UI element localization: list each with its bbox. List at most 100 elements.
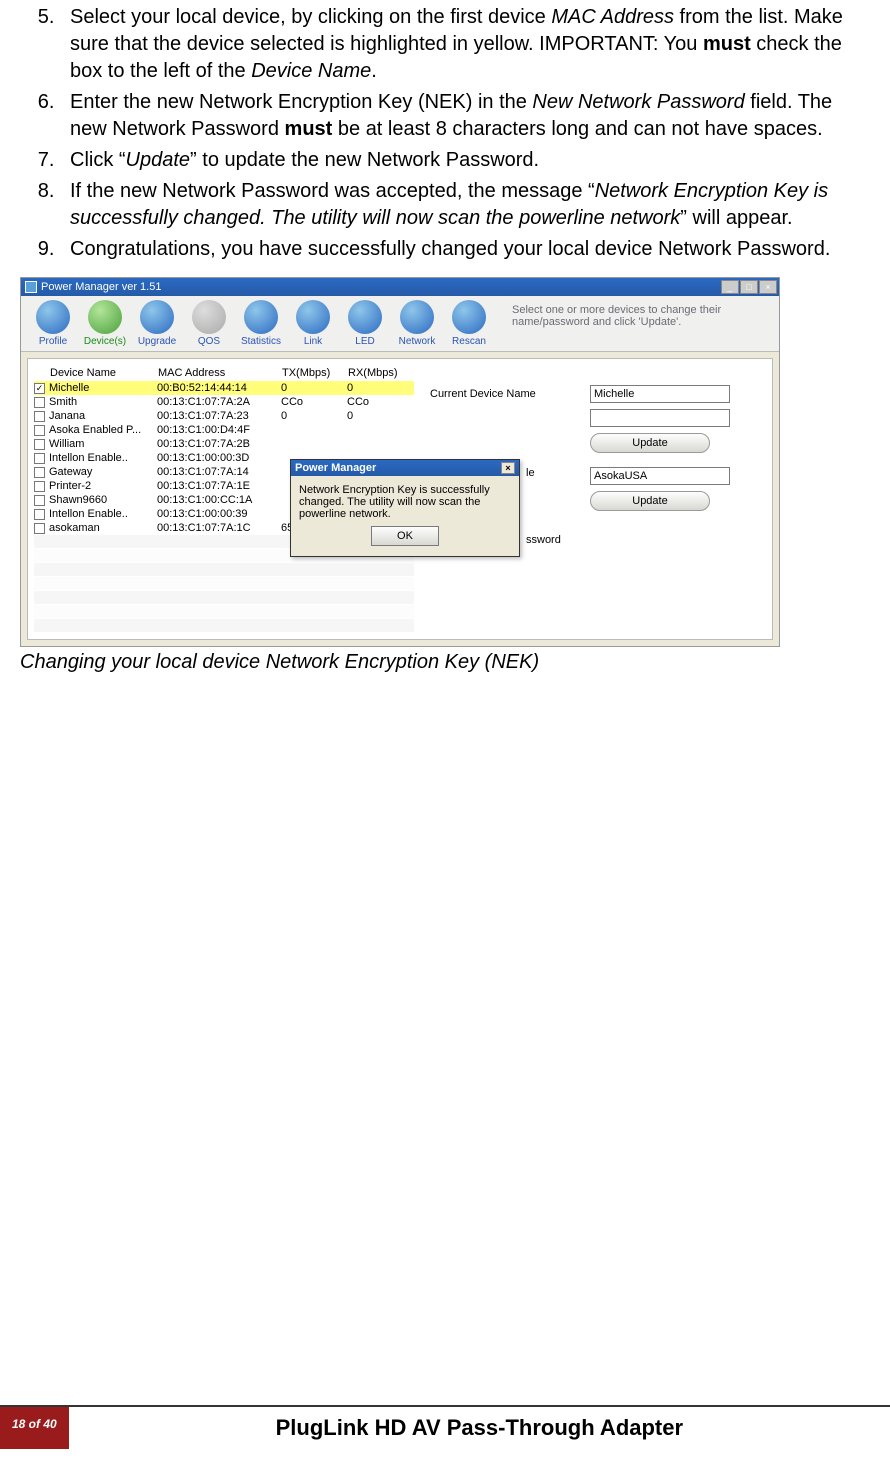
row-checkbox[interactable] [34, 509, 45, 520]
row-checkbox[interactable] [34, 425, 45, 436]
hint-text: Select one or more devices to change the… [512, 304, 767, 328]
row-checkbox[interactable] [34, 411, 45, 422]
toolbar-network-label: Network [399, 336, 436, 347]
toolbar-led[interactable]: LED [339, 300, 391, 347]
cell-rx: CCo [347, 396, 407, 408]
toolbar-network[interactable]: Network [391, 300, 443, 347]
col-mac-address: MAC Address [158, 367, 282, 379]
step-9: Congratulations, you have successfully c… [60, 236, 870, 263]
cell-device-name: William [49, 438, 157, 450]
toolbar-devices[interactable]: Device(s) [79, 300, 131, 347]
col-tx: TX(Mbps) [282, 367, 348, 379]
device-table-header: Device Name MAC Address TX(Mbps) RX(Mbps… [34, 365, 414, 381]
maximize-button[interactable]: □ [740, 280, 758, 294]
step-7-text-b: ” to update the new Network Password. [190, 149, 539, 171]
toolbar-led-label: LED [355, 336, 374, 347]
step-5: Select your local device, by clicking on… [60, 4, 870, 85]
step-5-devname: Device Name [251, 60, 371, 82]
toolbar-statistics[interactable]: Statistics [235, 300, 287, 347]
table-row[interactable]: Smith00:13:C1:07:7A:2ACCoCCo [34, 395, 414, 409]
step-6-newp: New Network Password [532, 91, 744, 113]
toolbar-profile[interactable]: Profile [27, 300, 79, 347]
row-checkbox[interactable] [34, 495, 45, 506]
stray-text-ssword: ssword [526, 534, 561, 546]
step-7: Click “Update” to update the new Network… [60, 147, 870, 174]
row-checkbox[interactable] [34, 481, 45, 492]
update-password-button[interactable]: Update [590, 491, 710, 511]
toolbar-qos[interactable]: QOS [183, 300, 235, 347]
cell-device-name: Smith [49, 396, 157, 408]
cell-device-name: Intellon Enable.. [49, 452, 157, 464]
cell-device-name: Asoka Enabled P... [49, 424, 157, 436]
cell-device-name: Printer-2 [49, 480, 157, 492]
minimize-button[interactable]: _ [721, 280, 739, 294]
row-checkbox[interactable] [34, 467, 45, 478]
toolbar-rescan-label: Rescan [452, 336, 486, 347]
step-6: Enter the new Network Encryption Key (NE… [60, 89, 870, 143]
row-checkbox[interactable]: ✓ [34, 383, 45, 394]
update-name-button[interactable]: Update [590, 433, 710, 453]
cell-tx: 0 [281, 382, 347, 394]
cell-mac: 00:13:C1:00:D4:4F [157, 424, 281, 436]
footer-title: PlugLink HD AV Pass-Through Adapter [69, 1407, 890, 1449]
toolbar-link[interactable]: Link [287, 300, 339, 347]
step-5-mac: MAC Address [551, 6, 674, 28]
step-7-text-a: Click “ [70, 149, 126, 171]
cell-mac: 00:13:C1:07:7A:1E [157, 480, 281, 492]
cell-mac: 00:13:C1:00:00:3D [157, 452, 281, 464]
link-icon [296, 300, 330, 334]
step-6-text-a: Enter the new Network Encryption Key (NE… [70, 91, 532, 113]
current-device-name-label: Current Device Name [430, 388, 590, 400]
row-checkbox[interactable] [34, 453, 45, 464]
rescan-icon [452, 300, 486, 334]
cell-rx: 0 [347, 410, 407, 422]
row-checkbox[interactable] [34, 439, 45, 450]
toolbar-upgrade-label: Upgrade [138, 336, 176, 347]
led-icon [348, 300, 382, 334]
cell-rx: 0 [347, 382, 407, 394]
current-device-name-value: Michelle [590, 385, 730, 403]
table-row[interactable]: ✓Michelle00:B0:52:14:44:1400 [34, 381, 414, 395]
toolbar-profile-label: Profile [39, 336, 67, 347]
content-area: Device Name MAC Address TX(Mbps) RX(Mbps… [27, 358, 773, 640]
table-row[interactable]: William00:13:C1:07:7A:2B [34, 437, 414, 451]
cell-mac: 00:13:C1:00:CC:1A [157, 494, 281, 506]
dialog-ok-button[interactable]: OK [371, 526, 439, 546]
cell-mac: 00:13:C1:00:00:39 [157, 508, 281, 520]
close-button[interactable]: × [759, 280, 777, 294]
toolbar-upgrade[interactable]: Upgrade [131, 300, 183, 347]
cell-device-name: Janana [49, 410, 157, 422]
profile-icon [36, 300, 70, 334]
cell-mac: 00:13:C1:07:7A:14 [157, 466, 281, 478]
cell-mac: 00:13:C1:07:7A:2A [157, 396, 281, 408]
step-8-text-a: If the new Network Password was accepted… [70, 180, 595, 202]
step-5-dot: . [371, 60, 377, 82]
toolbar-link-label: Link [304, 336, 322, 347]
cell-mac: 00:13:C1:07:7A:2B [157, 438, 281, 450]
new-device-name-input[interactable] [590, 409, 730, 427]
step-7-update: Update [126, 149, 191, 171]
screenshot-caption: Changing your local device Network Encry… [20, 651, 870, 674]
cell-device-name: Michelle [49, 382, 157, 394]
dialog-title: Power Manager [295, 462, 376, 474]
dialog-titlebar: Power Manager × [291, 460, 519, 476]
col-device-name: Device Name [50, 367, 158, 379]
screenshot-window: Power Manager ver 1.51 _ □ × Profile Dev… [20, 277, 780, 647]
step-6-must: must [285, 118, 333, 140]
row-checkbox[interactable] [34, 397, 45, 408]
cell-device-name: Intellon Enable.. [49, 508, 157, 520]
cell-device-name: asokaman [49, 522, 157, 534]
statistics-icon [244, 300, 278, 334]
toolbar-rescan[interactable]: Rescan [443, 300, 495, 347]
stray-text-le: le [526, 467, 535, 479]
col-rx: RX(Mbps) [348, 367, 408, 379]
table-row[interactable]: Asoka Enabled P...00:13:C1:00:D4:4F [34, 423, 414, 437]
window-title: Power Manager ver 1.51 [41, 281, 161, 293]
cell-tx: 0 [281, 410, 347, 422]
row-checkbox[interactable] [34, 523, 45, 534]
dialog-close-button[interactable]: × [501, 462, 515, 474]
table-row[interactable]: Janana00:13:C1:07:7A:2300 [34, 409, 414, 423]
app-icon [25, 281, 37, 293]
cell-tx: CCo [281, 396, 347, 408]
network-password-input[interactable]: AsokaUSA [590, 467, 730, 485]
